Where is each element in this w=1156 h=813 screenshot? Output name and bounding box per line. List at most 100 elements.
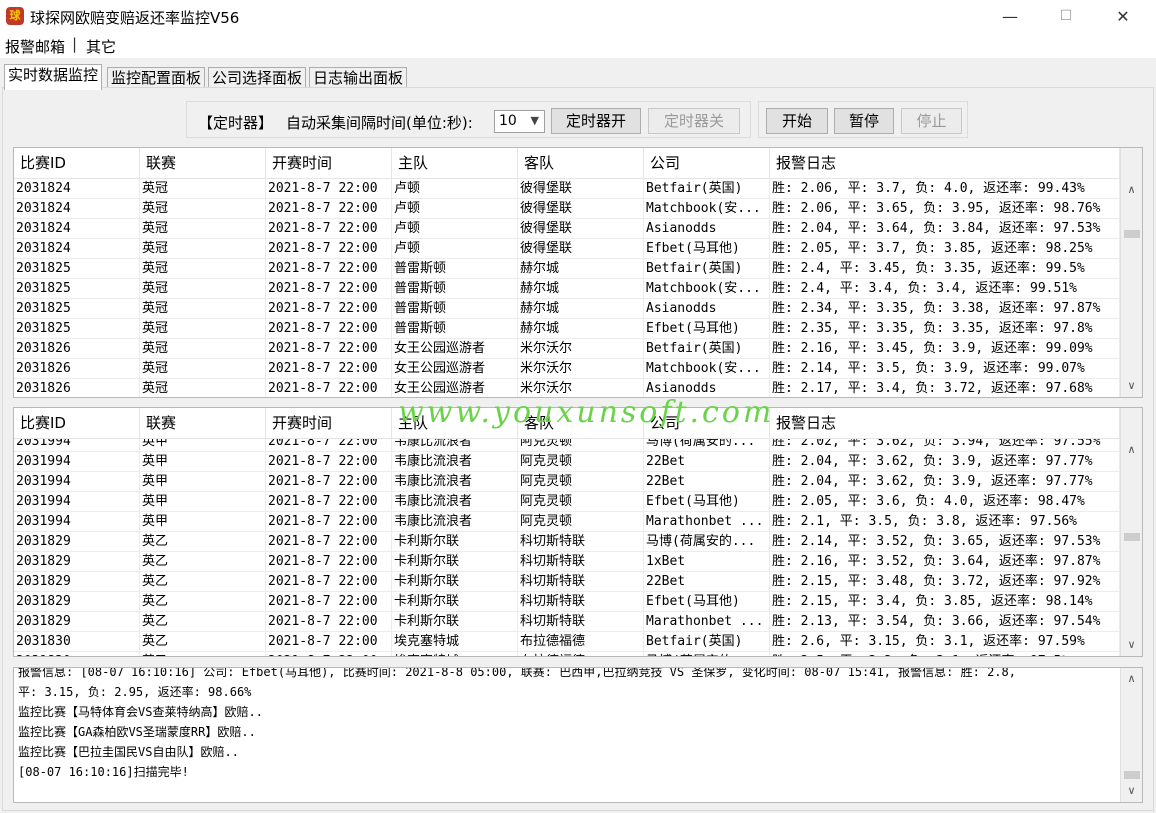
col-match-id-cell: 2031824 (14, 239, 140, 259)
interval-select[interactable]: 10 ▼ (494, 110, 545, 133)
col-start-time-header[interactable]: 开赛时间 (266, 408, 392, 439)
tab-company-select[interactable]: 公司选择面板 (208, 67, 307, 89)
stop-button[interactable]: 停止 (901, 108, 962, 134)
vertical-scrollbar[interactable]: ∧ ∨ (1120, 408, 1142, 656)
table-row[interactable]: 2031829 英乙 2021-8-7 22:00 卡利斯尔联 科切斯特联 Maratho… (14, 612, 1120, 632)
col-start-time-cell: 2021-8-7 22:00 (266, 339, 392, 359)
table-row[interactable]: 2031826 英冠 2021-8-7 22:00 女王公园巡游者 米尔沃尔 Matchb… (14, 359, 1120, 379)
table-row[interactable]: 2031829 英乙 2021-8-7 22:00 卡利斯尔联 科切斯特联 22Bet 胜:… (14, 572, 1120, 592)
col-home-cell: 卡利斯尔联 (392, 552, 518, 572)
col-home-header[interactable]: 主队 (392, 148, 518, 179)
col-alarm-log-cell: 胜: 2.04, 平: 3.62, 负: 3.9, 返还率: 97.77% (770, 472, 1120, 492)
col-home-cell: 卡利斯尔联 (392, 572, 518, 592)
scroll-up-icon[interactable]: ∧ (1121, 670, 1142, 688)
col-alarm-log-cell: 胜: 2.15, 平: 3.48, 负: 3.72, 返还率: 97.92% (770, 572, 1120, 592)
col-home-cell: 卢顿 (392, 199, 518, 219)
scroll-down-icon[interactable]: ∨ (1121, 782, 1142, 800)
table-body: 2031824 英冠 2021-8-7 22:00 卢顿 彼得堡联 Betfair(英国)… (14, 179, 1120, 397)
col-league-header[interactable]: 联赛 (140, 148, 266, 179)
col-league-cell: 英乙 (140, 552, 266, 572)
col-alarm-log-cell: 胜: 2.04, 平: 3.64, 负: 3.84, 返还率: 97.53% (770, 219, 1120, 239)
col-league-cell: 英甲 (140, 512, 266, 532)
col-alarm-log-cell: 胜: 2.06, 平: 3.65, 负: 3.95, 返还率: 98.76% (770, 199, 1120, 219)
vertical-scrollbar[interactable]: ∧ ∨ (1120, 148, 1142, 397)
col-match-id-header[interactable]: 比赛ID (14, 408, 140, 439)
table-row[interactable]: 2031825 英冠 2021-8-7 22:00 普雷斯顿 赫尔城 Matchbook(… (14, 279, 1120, 299)
col-league-cell: 英甲 (140, 492, 266, 512)
col-start-time-header[interactable]: 开赛时间 (266, 148, 392, 179)
col-home-cell: 普雷斯顿 (392, 279, 518, 299)
timer-off-button[interactable]: 定时器关 (648, 108, 740, 134)
col-alarm-log-cell: 胜: 2.1, 平: 3.5, 负: 3.8, 返还率: 97.56% (770, 512, 1120, 532)
col-company-header[interactable]: 公司 (644, 148, 770, 179)
scroll-thumb[interactable] (1124, 230, 1140, 238)
col-start-time-cell: 2021-8-7 22:00 (266, 632, 392, 652)
table-row[interactable]: 2031830英乙2021-8-7 22:00埃克塞特城布拉德福德马博(荷属安的… (14, 652, 1120, 656)
table-row[interactable]: 2031824 英冠 2021-8-7 22:00 卢顿 彼得堡联 Efbet(马耳他) 胜… (14, 239, 1120, 259)
table-row[interactable]: 2031825 英冠 2021-8-7 22:00 普雷斯顿 赫尔城 Asianodds 胜… (14, 299, 1120, 319)
table-row[interactable]: 2031829 英乙 2021-8-7 22:00 卡利斯尔联 科切斯特联 1xBet 胜:… (14, 552, 1120, 572)
col-alarm-log-cell: 胜: 2.5, 平: 3.2, 负: 3.1, 返还率: 97.5% (770, 652, 1120, 656)
tab-realtime-monitor[interactable]: 实时数据监控 (4, 64, 103, 90)
table-row[interactable]: 2031829 英乙 2021-8-7 22:00 卡利斯尔联 科切斯特联 Efbet(马… (14, 592, 1120, 612)
col-alarm-log-cell: 胜: 2.13, 平: 3.54, 负: 3.66, 返还率: 97.54% (770, 612, 1120, 632)
table-row[interactable]: 2031824 英冠 2021-8-7 22:00 卢顿 彼得堡联 Matchbook(安… (14, 199, 1120, 219)
minimize-button[interactable]: — (987, 0, 1033, 33)
log-line: 报警信息: [08-07 16:10:16] 公司: Efbet(马耳他), 比… (18, 667, 1016, 679)
tab-monitor-config[interactable]: 监控配置面板 (107, 67, 206, 89)
table-row[interactable]: 2031994 英甲 2021-8-7 22:00 韦康比流浪者 阿克灵顿 Efbet(马… (14, 492, 1120, 512)
table-row[interactable]: 2031830 英乙 2021-8-7 22:00 埃克塞特城 布拉德福德 Betfair… (14, 632, 1120, 652)
close-button[interactable]: ✕ (1100, 0, 1146, 33)
col-match-id-cell: 2031829 (14, 552, 140, 572)
table-row[interactable]: 2031824 英冠 2021-8-7 22:00 卢顿 彼得堡联 Betfair(英国)… (14, 179, 1120, 199)
table-row[interactable]: 2031825 英冠 2021-8-7 22:00 普雷斯顿 赫尔城 Efbet(马耳他)… (14, 319, 1120, 339)
col-home-cell: 韦康比流浪者 (392, 492, 518, 512)
start-button[interactable]: 开始 (766, 108, 828, 134)
col-alarm-log-header[interactable]: 报警日志 (770, 408, 1120, 439)
scroll-thumb[interactable] (1124, 533, 1140, 541)
timer-on-button[interactable]: 定时器开 (551, 108, 641, 134)
interval-value: 10 (499, 113, 517, 129)
scroll-up-icon[interactable]: ∧ (1121, 441, 1142, 459)
col-company-cell: 22Bet (644, 472, 770, 492)
scroll-down-icon[interactable]: ∨ (1121, 377, 1142, 395)
col-alarm-log-cell: 胜: 2.35, 平: 3.35, 负: 3.35, 返还率: 97.8% (770, 319, 1120, 339)
col-league-cell: 英冠 (140, 379, 266, 397)
col-league-cell: 英冠 (140, 219, 266, 239)
col-league-cell: 英乙 (140, 612, 266, 632)
watermark-text: www.youxunsoft.com (398, 395, 775, 430)
table-row[interactable]: 2031994 英甲 2021-8-7 22:00 韦康比流浪者 阿克灵顿 22Bet 胜:… (14, 452, 1120, 472)
col-match-id-cell: 2031824 (14, 179, 140, 199)
col-company-cell: 1xBet (644, 552, 770, 572)
col-company-cell: Efbet(马耳他) (644, 319, 770, 339)
table-row[interactable]: 2031824 英冠 2021-8-7 22:00 卢顿 彼得堡联 Asianodds 胜:… (14, 219, 1120, 239)
table-row[interactable]: 2031994 英甲 2021-8-7 22:00 韦康比流浪者 阿克灵顿 22Bet 胜:… (14, 472, 1120, 492)
col-match-id-cell: 2031994 (14, 492, 140, 512)
pause-button[interactable]: 暂停 (834, 108, 894, 134)
table-row[interactable]: 2031826 英冠 2021-8-7 22:00 女王公园巡游者 米尔沃尔 Betfai… (14, 339, 1120, 359)
menu-other[interactable]: 其它 (86, 36, 116, 57)
scroll-up-icon[interactable]: ∧ (1121, 181, 1142, 199)
chevron-down-icon[interactable]: ▼ (531, 114, 539, 127)
odds-table-top[interactable]: 比赛ID 联赛 开赛时间 主队 客队 公司 报警日志 2031824 英冠 2021-8-7 2… (13, 147, 1143, 398)
scroll-thumb[interactable] (1124, 771, 1140, 779)
log-line: 监控比赛【马特体育会VS查莱特纳高】欧赔.. (18, 705, 263, 719)
menu-alarm-email[interactable]: 报警邮箱 (5, 36, 65, 57)
col-home-cell: 卡利斯尔联 (392, 532, 518, 552)
odds-table-bottom[interactable]: 比赛ID 联赛 开赛时间 主队 客队 公司 报警日志 2031994 英甲 2021-8-7 2… (13, 407, 1143, 657)
col-home-cell: 韦康比流浪者 (392, 472, 518, 492)
scroll-down-icon[interactable]: ∨ (1121, 636, 1142, 654)
col-league-cell: 英冠 (140, 319, 266, 339)
title-bar: 球 球探网欧赔变赔返还率监控V56 — ☐ ✕ (0, 0, 1156, 33)
col-league-header[interactable]: 联赛 (140, 408, 266, 439)
table-row[interactable]: 2031994 英甲 2021-8-7 22:00 韦康比流浪者 阿克灵顿 Maratho… (14, 512, 1120, 532)
maximize-button[interactable]: ☐ (1043, 0, 1089, 33)
table-row[interactable]: 2031825 英冠 2021-8-7 22:00 普雷斯顿 赫尔城 Betfair(英国… (14, 259, 1120, 279)
vertical-scrollbar[interactable]: ∧ ∨ (1120, 668, 1142, 802)
col-away-header[interactable]: 客队 (518, 148, 644, 179)
col-match-id-header[interactable]: 比赛ID (14, 148, 140, 179)
table-row[interactable]: 2031829 英乙 2021-8-7 22:00 卡利斯尔联 科切斯特联 马博(荷属安的… (14, 532, 1120, 552)
log-output[interactable]: 报警信息: [08-07 16:10:16] 公司: Efbet(马耳他), 比… (13, 667, 1143, 803)
col-alarm-log-header[interactable]: 报警日志 (770, 148, 1120, 179)
tab-log-output[interactable]: 日志输出面板 (309, 67, 408, 89)
